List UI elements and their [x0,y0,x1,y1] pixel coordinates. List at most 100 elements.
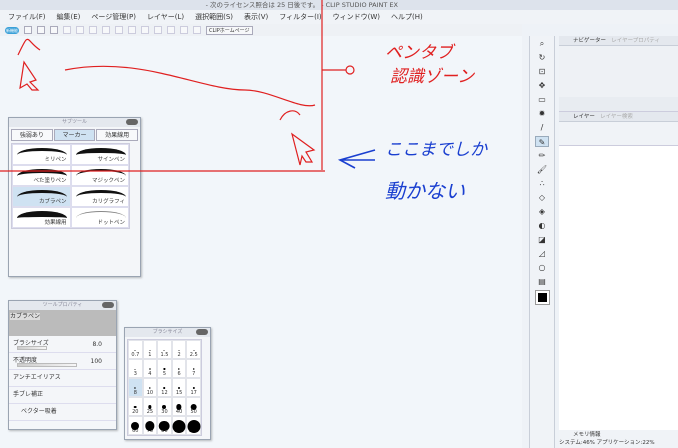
layer-options[interactable] [559,122,678,146]
brush-size-option[interactable]: 3 [128,359,143,378]
blend-icon[interactable]: ◈ [535,206,549,217]
auto-select-icon[interactable]: ✹ [535,108,549,119]
redo-icon[interactable] [76,26,84,34]
brush-size-option[interactable]: 50 [186,397,201,416]
pencil-icon[interactable]: ✏ [535,150,549,161]
figure-icon[interactable]: ◿ [535,248,549,259]
brush-size-option[interactable]: 8 [128,378,143,397]
window-title: - 次のライセンス照合は 25 日後です。 - CLIP STUDIO PAIN… [205,1,398,9]
brush-size-option[interactable]: 12 [157,378,172,397]
brush-size-option[interactable]: 5 [157,359,172,378]
subtool-item[interactable]: カブラペン [12,186,71,207]
open-icon[interactable] [37,26,45,34]
subtool-item[interactable]: ミリペン [12,144,71,165]
brush-size-option[interactable]: 0.7 [128,340,143,359]
select-icon[interactable] [141,26,149,34]
brush-size-option[interactable]: 70 [142,416,158,435]
tab-marker[interactable]: マーカー [53,129,96,141]
brush-size-option[interactable]: 120 [186,416,201,435]
home-page-button[interactable]: CLIPホームページ [206,25,253,35]
menu-layer[interactable]: レイヤー(L) [147,10,184,24]
tab-layer-search[interactable]: レイヤー検索 [600,114,633,120]
brush-size-option[interactable]: 2 [171,340,187,359]
new-features-badge[interactable]: 新機能 [5,26,19,34]
clear-outside-icon[interactable] [115,26,123,34]
panel-controls-icon[interactable] [196,329,208,335]
move-layer-icon[interactable]: ✥ [535,80,549,91]
subtool-item[interactable]: カリグラフィ [70,186,129,207]
brush-size-option[interactable]: 30 [157,397,172,416]
fill-icon[interactable] [128,26,136,34]
brush-size-option[interactable]: 100 [171,416,187,435]
stabilization-row[interactable]: 手ブレ補正 [9,387,116,404]
panel-controls-icon[interactable] [102,302,114,308]
menu-page[interactable]: ページ管理(P) [91,10,136,24]
clear-icon[interactable] [102,26,110,34]
brush-size-option[interactable]: 15 [171,378,187,397]
brush-size-row[interactable]: ブラシサイズ 8.0 [9,336,116,353]
subtool-panel: サブツール 強弱あり マーカー 効果線用 ミリペン サインペン べた塗りペン マ… [8,117,141,277]
panel-controls-icon[interactable] [126,119,138,125]
subtool-item[interactable]: サインペン [70,144,129,165]
brush-size-option[interactable]: 6 [171,359,187,378]
fill-bucket-icon[interactable]: ◐ [535,220,549,231]
menu-selection[interactable]: 選択範囲(S) [195,10,233,24]
menu-window[interactable]: ウィンドウ(W) [333,10,380,24]
zoom-area-icon[interactable]: ⊡ [535,66,549,77]
layer-tabs: レイヤー レイヤー検索 [559,112,678,122]
deselect-icon[interactable] [154,26,162,34]
gradient-icon[interactable]: ◪ [535,234,549,245]
tab-layer[interactable]: レイヤー [573,114,595,120]
transform-icon[interactable] [89,26,97,34]
brush-size-option[interactable]: 2.5 [186,340,201,359]
zoom-icon[interactable]: ⌕ [535,38,549,49]
subtool-item[interactable]: マジックペン [70,165,129,186]
subtool-item[interactable]: べた塗りペン [12,165,71,186]
brush-size-option[interactable]: 40 [171,397,187,416]
brush-size-option[interactable]: 1.5 [157,340,172,359]
menu-filter[interactable]: フィルター(I) [279,10,321,24]
brush-size-option[interactable]: 7 [186,359,201,378]
menu-view[interactable]: 表示(V) [244,10,268,24]
frame-icon[interactable]: ▤ [535,276,549,287]
subtool-item[interactable]: ドットペン [70,207,129,228]
menu-edit[interactable]: 編集(E) [57,10,81,24]
brush-size-option[interactable]: 25 [142,397,158,416]
save-icon[interactable] [50,26,58,34]
rotate-icon[interactable]: ↻ [535,52,549,63]
brush-icon[interactable]: 🖌 [535,164,549,175]
ruler-icon[interactable] [167,26,175,34]
undo-icon[interactable] [63,26,71,34]
opacity-row[interactable]: 不透明度 100 [9,353,116,370]
navigator-controls[interactable] [559,97,678,111]
subtool-item[interactable]: 効果線用 [12,207,71,228]
brush-size-option[interactable]: 80 [157,416,172,435]
brush-size-option[interactable]: 17 [186,378,201,397]
airbrush-icon[interactable]: ∴ [535,178,549,189]
person-icon[interactable] [193,26,201,34]
selection-icon[interactable]: ▭ [535,94,549,105]
tab-effect-line[interactable]: 効果線用 [96,129,139,141]
brush-size-option[interactable]: 4 [142,359,158,378]
text-icon[interactable]: ○ [535,262,549,273]
tab-layer-property[interactable]: レイヤープロパティ [611,38,660,44]
brush-size-option[interactable]: 1 [142,340,158,359]
tab-pressure[interactable]: 強弱あり [11,129,53,141]
eraser-icon[interactable]: ◇ [535,192,549,203]
tab-navigator[interactable]: ナビゲーター [573,38,606,44]
tab-memory[interactable]: メモリ情報 [559,430,678,438]
brush-size-option[interactable]: 20 [128,397,143,416]
brush-size-option[interactable]: 60 [128,416,143,435]
main-color-swatch[interactable] [534,290,550,305]
brush-size-option[interactable]: 10 [142,378,158,397]
eyedropper-icon[interactable]: / [535,122,549,133]
brush-preview: カブラペン [9,310,116,336]
vector-snap-row[interactable]: ベクター吸着 [9,404,116,421]
panel-title: ツールプロパティ [9,301,116,310]
perspective-icon[interactable] [180,26,188,34]
menu-help[interactable]: ヘルプ(H) [391,10,423,24]
new-file-icon[interactable] [24,26,32,34]
pen-icon[interactable]: ✎ [535,136,549,147]
antialias-row[interactable]: アンチエイリアス [9,370,116,387]
menu-file[interactable]: ファイル(F) [8,10,46,24]
